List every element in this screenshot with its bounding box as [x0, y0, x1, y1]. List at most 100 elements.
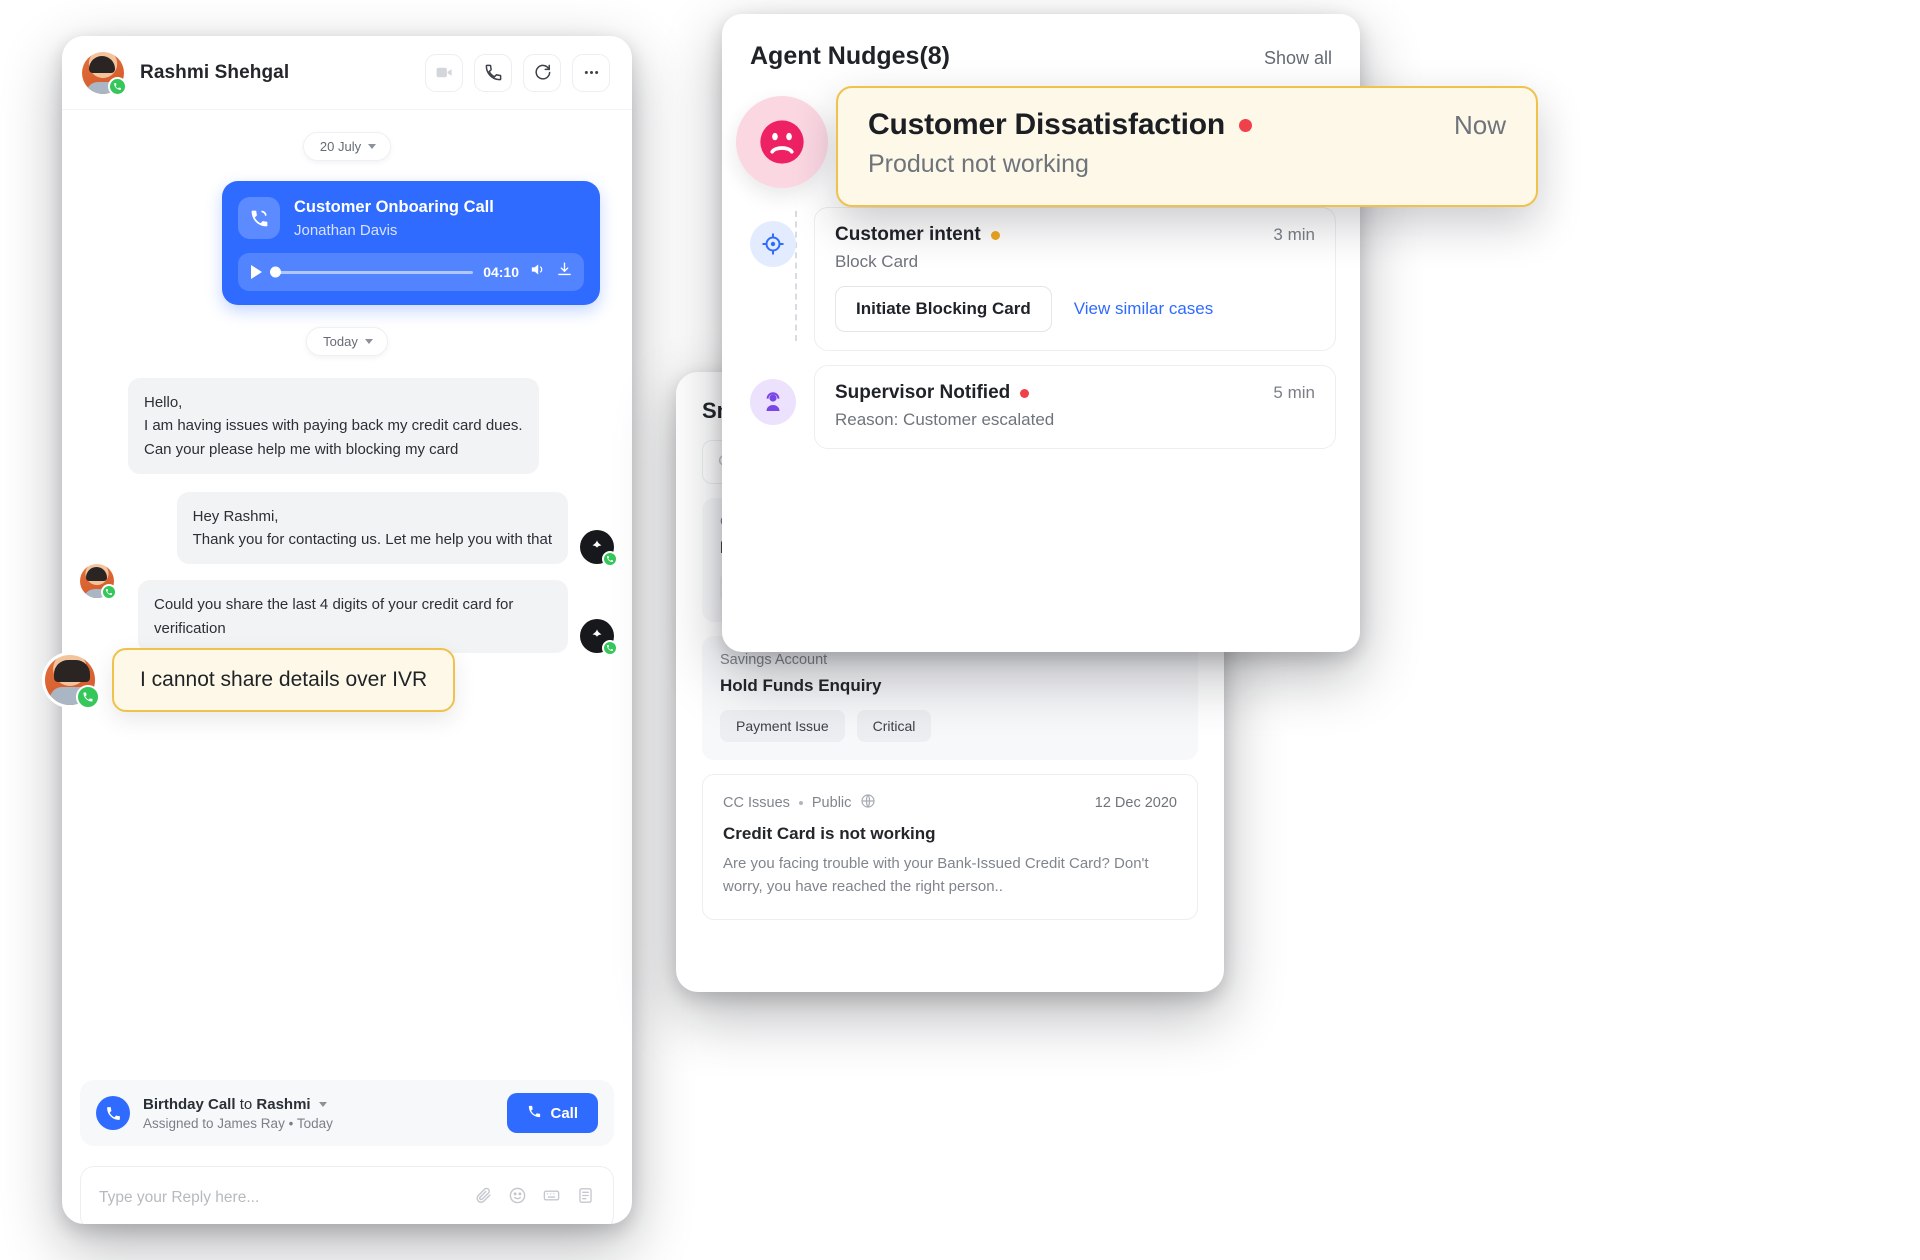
- progress-slider[interactable]: [270, 266, 474, 278]
- knowledge-headline: Hold Funds Enquiry: [720, 676, 882, 695]
- nudge-subtitle: Product not working: [868, 150, 1089, 178]
- nudge-row-supervisor-notified: Supervisor Notified 5 min Reason: Custom…: [750, 365, 1336, 449]
- nudge-card[interactable]: Supervisor Notified 5 min Reason: Custom…: [814, 365, 1336, 449]
- sad-face-icon: [736, 96, 828, 188]
- video-camera-icon[interactable]: [425, 53, 463, 92]
- nudge-card[interactable]: Customer intent 3 min Block Card Initiat…: [814, 207, 1336, 351]
- chat-window: Rashmi Shehgal 20 July Customer Onboarin…: [62, 36, 632, 1224]
- call-duration: 04:10: [483, 264, 519, 280]
- view-similar-cases-link[interactable]: View similar cases: [1074, 299, 1214, 319]
- nudge-title: Customer Dissatisfaction: [868, 108, 1225, 141]
- article-title: Credit Card is not working: [723, 824, 936, 843]
- status-badge: [990, 230, 1000, 240]
- page-title: Rashmi Shehgal: [140, 61, 290, 83]
- tag[interactable]: Critical: [856, 710, 932, 742]
- day-divider-first[interactable]: 20 July: [302, 132, 392, 161]
- chevron-down-icon: [368, 144, 377, 149]
- chevron-down-icon: [364, 339, 373, 344]
- nudge-subtitle: Block Card: [835, 252, 919, 271]
- reply-input[interactable]: [99, 1189, 474, 1207]
- emoji-icon[interactable]: [508, 1186, 527, 1210]
- day-divider-second[interactable]: Today: [306, 327, 388, 356]
- globe-icon: [860, 793, 876, 813]
- phone-badge-icon: [76, 685, 100, 709]
- article-source: CC Issues: [723, 795, 790, 811]
- call-card-subtitle: Jonathan Davis: [294, 221, 398, 239]
- play-icon[interactable]: [251, 265, 262, 279]
- birthday-call-mid: to: [239, 1095, 253, 1113]
- target-icon: [750, 221, 796, 267]
- reply-composer[interactable]: [80, 1166, 614, 1224]
- more-options-icon[interactable]: [572, 53, 610, 92]
- phone-badge-icon: [602, 639, 618, 656]
- message-bubble: Hello, I am having issues with paying ba…: [128, 378, 539, 474]
- highlighted-message-bubble: I cannot share details over IVR: [112, 648, 456, 712]
- message-row: Hey Rashmi, Thank you for contacting us.…: [80, 491, 618, 568]
- phone-icon: [527, 1104, 542, 1123]
- avatar: [80, 564, 117, 600]
- incoming-call-icon: [96, 1096, 130, 1130]
- message-bubble: Could you share the last 4 digits of you…: [138, 580, 568, 653]
- nudge-time: Now: [1453, 109, 1506, 140]
- birthday-assignee: Assigned to James Ray: [143, 1115, 285, 1131]
- nudge-time: 3 min: [1273, 225, 1315, 244]
- phone-badge-icon: [108, 76, 127, 96]
- nudge-title: Supervisor Notified: [835, 382, 1011, 403]
- nudge-subtitle: Reason: Customer escalated: [835, 410, 1055, 429]
- knowledge-category: Savings Account: [720, 652, 828, 668]
- template-icon[interactable]: [576, 1186, 595, 1210]
- phone-badge-icon: [602, 551, 618, 568]
- keyboard-icon[interactable]: [542, 1186, 561, 1210]
- list-item[interactable]: Savings Account Hold Funds Enquiry Payme…: [702, 636, 1198, 760]
- agent-avatar: [580, 618, 618, 656]
- phone-badge-icon: [101, 584, 117, 600]
- meta-separator-dot: •: [288, 1115, 294, 1131]
- show-all-link[interactable]: Show all: [1264, 48, 1332, 69]
- birthday-call-title: Birthday Call: [143, 1095, 236, 1113]
- birthday-call-target: Rashmi: [256, 1095, 311, 1113]
- tag[interactable]: Payment Issue: [720, 710, 845, 742]
- knowledge-article-card[interactable]: CC Issues Public 12 Dec 2020 Credit Card…: [702, 774, 1198, 920]
- day-divider-label: 20 July: [319, 139, 362, 154]
- nudge-row-customer-intent: Customer intent 3 min Block Card Initiat…: [750, 207, 1336, 351]
- call-recording-card[interactable]: Customer Onboaring Call Jonathan Davis 0…: [222, 181, 600, 305]
- tag-group: Payment Issue Critical: [720, 710, 1180, 742]
- status-badge: [1020, 388, 1030, 398]
- screen: Sm Cards Blocking Credit Card Payment Is…: [0, 0, 1920, 1260]
- avatar: [42, 652, 100, 709]
- day-divider-label: Today: [323, 334, 358, 349]
- avatar: [82, 51, 127, 96]
- article-visibility: Public: [811, 795, 852, 811]
- audio-player[interactable]: 04:10: [238, 253, 584, 291]
- ivr-message-row: I cannot share details over IVR: [42, 648, 456, 712]
- nudge-time: 5 min: [1273, 383, 1315, 402]
- chevron-down-icon[interactable]: [318, 1101, 327, 1107]
- call-card-title: Customer Onboaring Call: [294, 198, 494, 216]
- call-record-icon: [238, 197, 280, 239]
- volume-icon[interactable]: [529, 261, 546, 283]
- message-row: Could you share the last 4 digits of you…: [80, 580, 618, 656]
- birthday-when: Today: [296, 1115, 333, 1131]
- message-bubble: Hey Rashmi, Thank you for contacting us.…: [176, 491, 568, 565]
- article-body: Are you facing trouble with your Bank-Is…: [723, 855, 1149, 896]
- article-meta: CC Issues Public 12 Dec 2020: [723, 793, 1177, 813]
- article-date: 12 Dec 2020: [1094, 795, 1177, 811]
- agent-nudges-header: Agent Nudges(8) Show all: [722, 14, 1360, 71]
- meta-separator-dot: [798, 801, 803, 805]
- customer-dissatisfaction-nudge[interactable]: Customer Dissatisfaction Now Product not…: [836, 86, 1538, 207]
- nudge-actions: Initiate Blocking Card View similar case…: [835, 286, 1315, 332]
- attachment-icon[interactable]: [474, 1186, 493, 1210]
- birthday-call-bar[interactable]: Birthday Call to Rashmi Assigned to Jame…: [80, 1080, 614, 1146]
- nudge-title: Customer intent: [835, 224, 981, 245]
- call-button-label: Call: [550, 1104, 578, 1122]
- chat-header: Rashmi Shehgal: [62, 36, 632, 110]
- refresh-icon[interactable]: [523, 53, 561, 92]
- slider-knob[interactable]: [270, 266, 281, 278]
- message-row: Hello, I am having issues with paying ba…: [80, 378, 614, 474]
- call-button[interactable]: Call: [507, 1093, 598, 1133]
- agent-avatar: [580, 530, 618, 568]
- initiate-blocking-card-button[interactable]: Initiate Blocking Card: [835, 286, 1052, 332]
- download-icon[interactable]: [556, 261, 573, 283]
- phone-icon[interactable]: [474, 53, 512, 92]
- supervisor-headset-icon: [750, 379, 796, 425]
